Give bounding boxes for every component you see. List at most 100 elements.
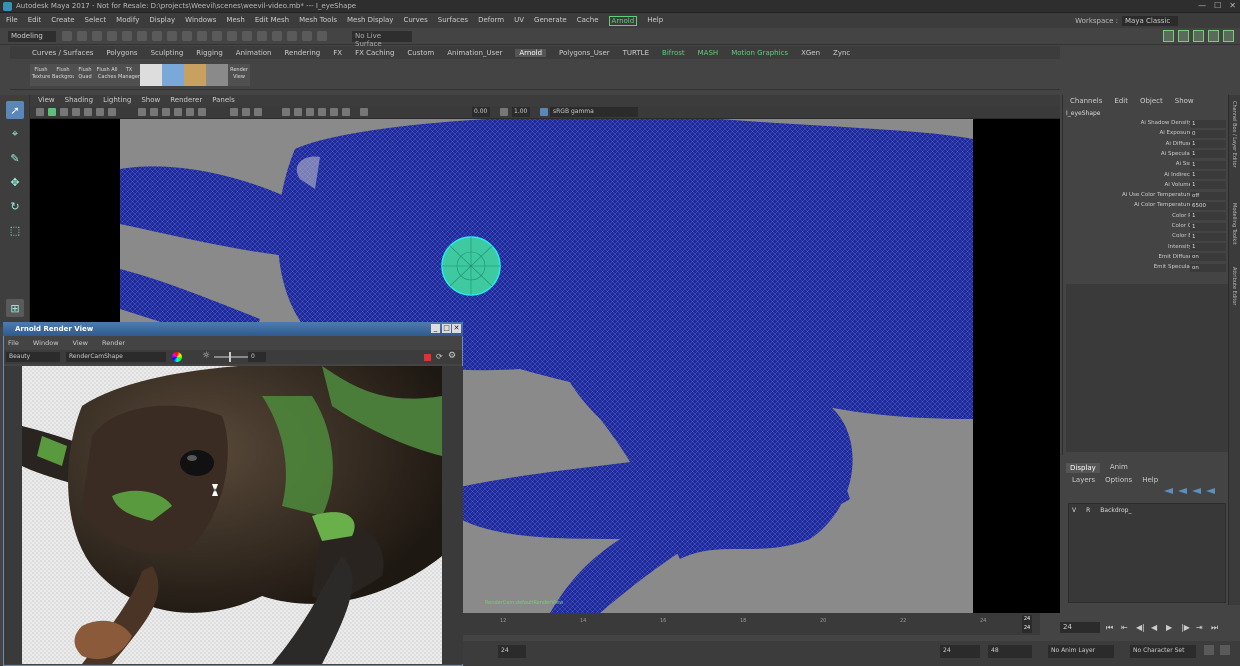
color-management-icon[interactable] xyxy=(540,108,548,116)
side-tab-modelling-toolkit[interactable]: Modelling Toolkit xyxy=(1231,203,1237,245)
tab-anim[interactable]: Anim xyxy=(1110,463,1128,473)
bookmark-icon[interactable] xyxy=(60,108,68,116)
shelf-tab-animation[interactable]: Animation xyxy=(236,49,272,57)
menu-mesh[interactable]: Mesh xyxy=(226,16,244,26)
xray-joints-icon[interactable] xyxy=(254,108,262,116)
color-channels-icon[interactable] xyxy=(172,352,182,362)
attr-name-ai-color-temperature[interactable]: Ai Color Temperature xyxy=(1134,202,1192,208)
viewport-menu-lighting[interactable]: Lighting xyxy=(103,96,131,104)
depth-of-field-icon[interactable] xyxy=(318,108,326,116)
attr-value-ai-shadow-density[interactable]: 1 xyxy=(1190,119,1226,128)
camera-attributes-icon[interactable] xyxy=(48,108,56,116)
shelf-tab-sculpting[interactable]: Sculpting xyxy=(151,49,184,57)
shelf-tab-bifrost[interactable]: Bifrost xyxy=(662,49,685,57)
attr-name-ai-volume[interactable]: Ai Volume xyxy=(1165,182,1193,188)
rv-minimize-icon[interactable]: _ xyxy=(431,324,440,333)
menu-windows[interactable]: Windows xyxy=(185,16,216,26)
snap-point-icon[interactable] xyxy=(212,31,222,41)
isolate-select-icon[interactable] xyxy=(230,108,238,116)
time-slider[interactable] xyxy=(463,613,1040,635)
live-surface-field[interactable]: No Live Surface xyxy=(352,31,412,48)
shelf-tab-xgen[interactable]: XGen xyxy=(801,49,820,57)
attr-value-ai-color-temperature[interactable]: 6500 xyxy=(1190,201,1226,210)
menu-mesh-tools[interactable]: Mesh Tools xyxy=(299,16,337,26)
attr-value-ai-use-color-temperature[interactable]: off xyxy=(1190,191,1226,200)
shelf-button-tool-6[interactable] xyxy=(162,64,184,86)
shelf-tab-polygons-user[interactable]: Polygons_User xyxy=(559,49,610,57)
new-scene-icon[interactable] xyxy=(62,31,72,41)
attr-name-ai-diffuse[interactable]: Ai Diffuse xyxy=(1166,141,1192,147)
film-gate-icon[interactable] xyxy=(96,108,104,116)
xray-icon[interactable] xyxy=(242,108,250,116)
rv-window-menu[interactable]: Window xyxy=(33,339,59,347)
viewport-menu-shading[interactable]: Shading xyxy=(65,96,93,104)
exposure-field[interactable]: 0.00 xyxy=(472,107,490,117)
hud-icon[interactable] xyxy=(342,108,350,116)
rv-exposure-field[interactable]: 0 xyxy=(248,352,266,362)
menu-curves[interactable]: Curves xyxy=(403,16,427,26)
attr-value-color-r[interactable]: 1 xyxy=(1190,212,1226,221)
shelf-tab-fx-caching[interactable]: FX Caching xyxy=(355,49,394,57)
rv-file-menu[interactable]: File xyxy=(8,339,19,347)
exposure-slider[interactable] xyxy=(214,356,248,358)
shadows-icon[interactable] xyxy=(198,108,206,116)
attr-value-ai-sss[interactable]: 1 xyxy=(1190,160,1226,169)
shelf-button-flush-quad[interactable]: Flush Quad xyxy=(74,64,96,86)
channel-box-icon[interactable] xyxy=(1223,30,1234,42)
history-icon[interactable] xyxy=(257,31,267,41)
attr-name-ai-specular[interactable]: Ai Specular xyxy=(1161,151,1192,157)
attr-value-ai-diffuse[interactable]: 1 xyxy=(1190,140,1226,149)
screen-space-icon[interactable] xyxy=(330,108,338,116)
side-tab-channel-box[interactable]: Channel Box / Layer Editor xyxy=(1231,101,1237,168)
shelf-tab-fx[interactable]: FX xyxy=(333,49,342,57)
new-layer-selected-icon[interactable] xyxy=(1206,488,1215,494)
attr-value-emit-diffuse[interactable]: on xyxy=(1190,253,1226,262)
menu-deform[interactable]: Deform xyxy=(478,16,504,26)
render-frame-icon[interactable] xyxy=(272,31,282,41)
attr-name-color-g[interactable]: Color G xyxy=(1172,223,1192,229)
grid-toggle-icon[interactable] xyxy=(84,108,92,116)
view-transform-dropdown[interactable]: sRGB gamma xyxy=(550,107,638,117)
paint-select-icon[interactable]: ✎ xyxy=(6,149,24,167)
textured-icon[interactable] xyxy=(174,108,182,116)
viewport-menu-show[interactable]: Show xyxy=(141,96,160,104)
menu-help[interactable]: Help xyxy=(647,16,663,26)
shelf-button-flush-all-caches[interactable]: Flush All Caches xyxy=(96,64,118,86)
shelf-button-tx-manager[interactable]: TX Manager xyxy=(118,64,140,86)
lasso-tool-icon[interactable]: ⌖ xyxy=(6,125,24,143)
menu-set-dropdown[interactable]: Modeling xyxy=(8,31,56,42)
move-tool-icon[interactable]: ✥ xyxy=(6,173,24,191)
snap-plane-icon[interactable] xyxy=(227,31,237,41)
open-scene-icon[interactable] xyxy=(77,31,87,41)
shelf-button-tool-8[interactable] xyxy=(206,64,228,86)
attr-name-ai-exposure[interactable]: Ai Exposure xyxy=(1159,130,1192,136)
render-image[interactable] xyxy=(22,366,442,664)
rotate-tool-icon[interactable]: ↻ xyxy=(6,197,24,215)
rv-view-menu[interactable]: View xyxy=(73,339,88,347)
go-to-end-icon[interactable]: ⏭ xyxy=(1211,623,1220,632)
character-set-dropdown[interactable]: No Character Set xyxy=(1130,645,1196,658)
menu-cache[interactable]: Cache xyxy=(577,16,599,26)
exposure-sun-icon[interactable]: ☼ xyxy=(202,352,211,361)
ipr-render-icon[interactable] xyxy=(287,31,297,41)
exposure-icon[interactable] xyxy=(360,108,368,116)
select-component-icon[interactable] xyxy=(167,31,177,41)
redo-icon[interactable] xyxy=(122,31,132,41)
channel-menu-object[interactable]: Object xyxy=(1140,97,1163,105)
menu-surfaces[interactable]: Surfaces xyxy=(438,16,468,26)
gamma-icon[interactable] xyxy=(500,108,508,116)
menu-modify[interactable]: Modify xyxy=(116,16,139,26)
attr-name-ai-use-color-temperature[interactable]: Ai Use Color Temperature xyxy=(1122,192,1192,198)
shelf-tab-turtle[interactable]: TURTLE xyxy=(623,49,649,57)
smooth-shade-icon[interactable] xyxy=(150,108,158,116)
play-backward-icon[interactable]: ◀ xyxy=(1151,623,1160,632)
rv-maximize-icon[interactable]: □ xyxy=(442,324,451,333)
exposure-slider-handle[interactable] xyxy=(229,352,231,362)
help-menu[interactable]: Help xyxy=(1142,476,1158,484)
attr-name-color-r[interactable]: Color R xyxy=(1172,213,1192,219)
attr-value-color-g[interactable]: 1 xyxy=(1190,222,1226,231)
stop-render-icon[interactable] xyxy=(424,354,431,361)
channel-menu-show[interactable]: Show xyxy=(1175,97,1194,105)
shelf-button-render-view[interactable]: Render View xyxy=(228,64,250,86)
go-to-start-icon[interactable]: ⏮ xyxy=(1106,623,1115,632)
